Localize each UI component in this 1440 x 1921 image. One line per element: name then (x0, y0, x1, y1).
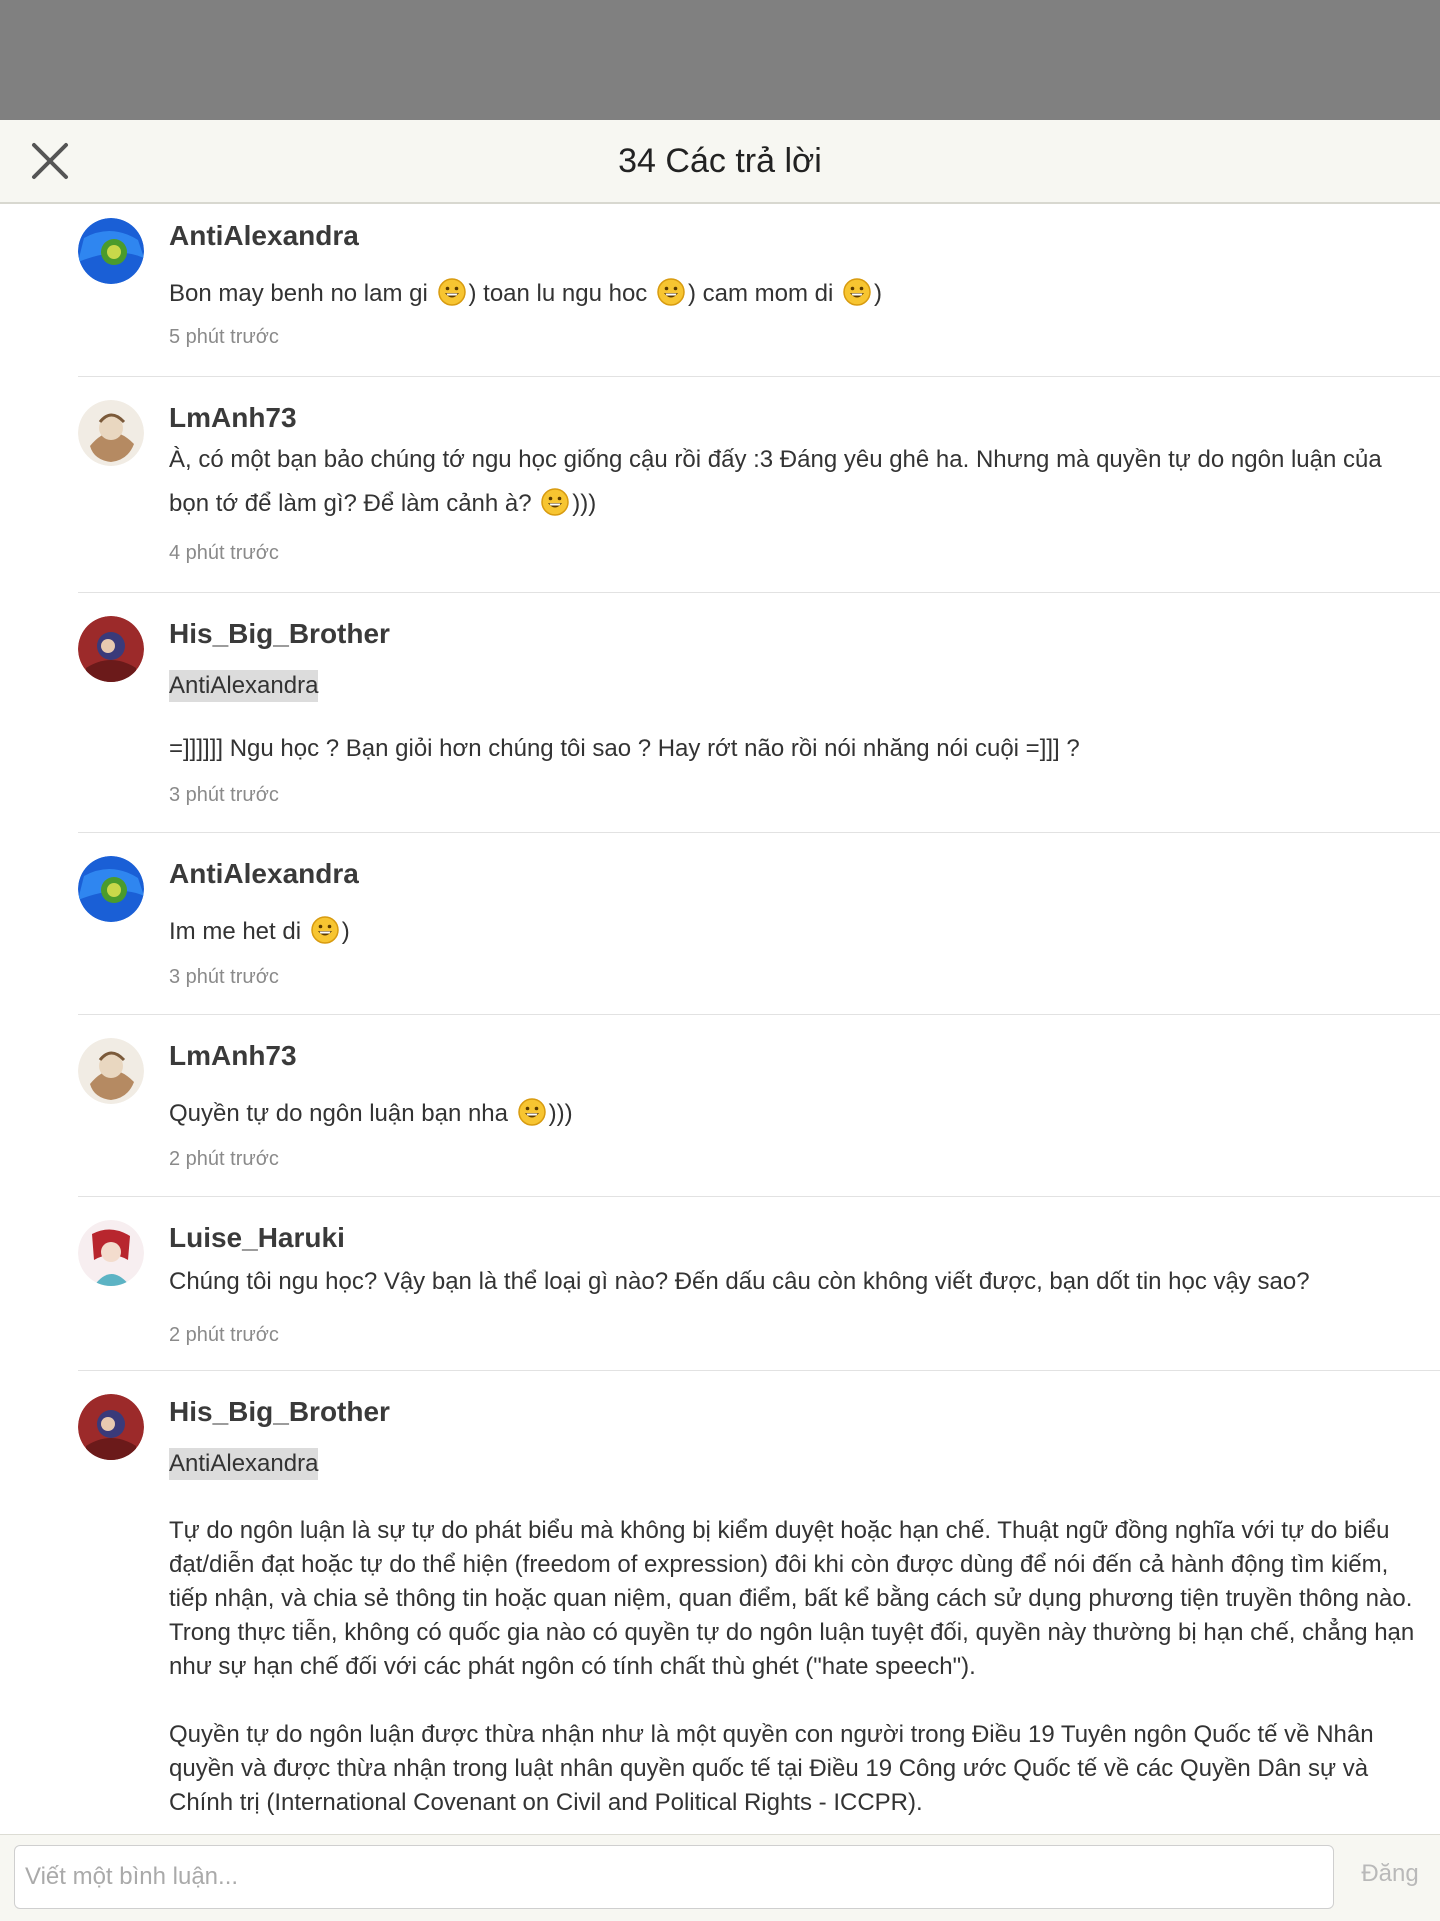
avatar[interactable] (78, 856, 144, 922)
comment-timestamp: 4 phút trước (169, 542, 279, 564)
comment-text: =]]]]]] Ngu học ? Bạn giỏi hơn chúng tôi… (169, 735, 1080, 762)
comment-timestamp: 3 phút trước (169, 784, 279, 806)
comment-text: Chúng tôi ngu học? Vậy bạn là thể loại g… (169, 1268, 1310, 1295)
comment-text: Bon may benh no lam gi ) toan lu ngu hoc… (169, 274, 1420, 314)
comment-item: AntiAlexandra Im me het di ) 3 phút trướ… (78, 834, 1440, 1015)
comment-item: His_Big_Brother AntiAlexandra Tự do ngôn… (78, 1372, 1440, 1834)
comment-username[interactable]: His_Big_Brother (169, 1396, 390, 1428)
comment-paragraph: Tự do ngôn luận là sự tự do phát biểu mà… (169, 1517, 1415, 1680)
comment-timestamp: 5 phút trước (169, 326, 279, 348)
comment-text: À, có một bạn bảo chúng tớ ngu học giống… (169, 446, 1382, 517)
comment-list[interactable]: AntiAlexandra Bon may benh no lam gi ) t… (0, 204, 1440, 1834)
dimmed-backdrop[interactable] (0, 0, 1440, 120)
comment-username[interactable]: His_Big_Brother (169, 618, 390, 650)
grinning-face-emoji (310, 915, 340, 945)
comment-item: His_Big_Brother AntiAlexandra =]]]]]] Ng… (78, 594, 1440, 833)
comment-item: Luise_Haruki Chúng tôi ngu học? Vậy bạn … (78, 1198, 1440, 1371)
grinning-face-emoji (842, 277, 872, 307)
comment-item: LmAnh73 À, có một bạn bảo chúng tớ ngu h… (78, 378, 1440, 593)
post-button[interactable]: Đăng (1350, 1860, 1430, 1888)
grinning-face-emoji (517, 1097, 547, 1127)
comment-item: AntiAlexandra Bon may benh no lam gi ) t… (78, 204, 1440, 377)
comment-timestamp: 2 phút trước (169, 1324, 279, 1346)
avatar[interactable] (78, 218, 144, 284)
avatar[interactable] (78, 1394, 144, 1460)
comment-item: LmAnh73 Quyền tự do ngôn luận bạn nha ))… (78, 1016, 1440, 1197)
comment-paragraph: Quyền tự do ngôn luận được thừa nhận như… (169, 1721, 1374, 1816)
comment-text: Quyền tự do ngôn luận bạn nha ))) (169, 1094, 1420, 1134)
avatar[interactable] (78, 400, 144, 466)
comment-username[interactable]: Luise_Haruki (169, 1222, 345, 1254)
comment-text: Tự do ngôn luận là sự tự do phát biểu mà… (169, 1514, 1420, 1834)
mention-tag[interactable]: AntiAlexandra (169, 1448, 319, 1480)
page-title: 34 Các trả lời (618, 142, 822, 180)
comment-timestamp: 2 phút trước (169, 1148, 279, 1170)
grinning-face-emoji (656, 277, 686, 307)
grinning-face-emoji (540, 487, 570, 517)
comment-username[interactable]: AntiAlexandra (169, 858, 359, 890)
comment-input[interactable] (14, 1845, 1334, 1909)
comment-username[interactable]: AntiAlexandra (169, 220, 359, 252)
mention-tag[interactable]: AntiAlexandra (169, 670, 319, 702)
avatar[interactable] (78, 1038, 144, 1104)
comment-timestamp: 3 phút trước (169, 966, 279, 988)
avatar[interactable] (78, 1220, 144, 1286)
comment-username[interactable]: LmAnh73 (169, 1040, 297, 1072)
comment-username[interactable]: LmAnh73 (169, 402, 297, 434)
avatar[interactable] (78, 616, 144, 682)
comment-text: Im me het di ) (169, 912, 1420, 952)
grinning-face-emoji (437, 277, 467, 307)
